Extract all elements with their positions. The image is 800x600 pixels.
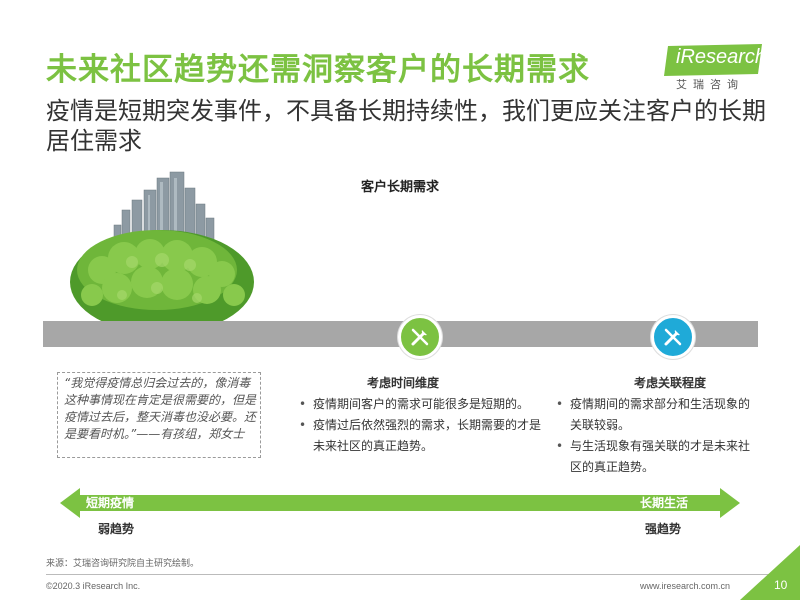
weak-trend-label: 弱趋势 — [98, 522, 135, 536]
list-item: 疫情期间客户的需求可能很多是短期的。 — [299, 394, 551, 415]
logo-wordmark: iResearch — [676, 46, 767, 68]
correlation-title: 考虑关联程度 — [633, 376, 706, 390]
list-item: 疫情期间的需求部分和生活现象的关联较弱。 — [556, 394, 761, 436]
short-term-label: 短期疫情 — [86, 496, 135, 510]
tools-icon — [664, 328, 682, 346]
copyright: ©2020.3 iResearch Inc. — [46, 581, 141, 591]
logo-chinese-name: 艾瑞咨询 — [676, 78, 744, 91]
source-note: 来源：艾瑞咨询研究院自主研究绘制。 — [46, 559, 200, 569]
trend-double-arrow — [60, 488, 740, 518]
correlation-list: 疫情期间的需求部分和生活现象的关联较弱。 与生活现象有强关联的才是未来社区的真正… — [556, 394, 761, 478]
tools-icon — [411, 328, 429, 346]
section-title: 客户长期需求 — [360, 180, 439, 195]
list-item: 与生活现象有强关联的才是未来社区的真正趋势。 — [556, 436, 761, 478]
time-dimension-title: 考虑时间维度 — [366, 376, 439, 390]
page-subtitle: 疫情是短期突发事件，不具备长期持续性，我们更应关注客户的长期居住需求 — [46, 97, 766, 155]
customer-quote: “我觉得疫情总归会过去的，像消毒这种事情现在肯定是很需要的，但是疫情过去后，整天… — [64, 376, 257, 441]
strong-trend-label: 强趋势 — [645, 522, 682, 536]
footer-divider — [46, 574, 784, 575]
page-number-badge — [740, 545, 800, 600]
long-term-label: 长期生活 — [640, 496, 689, 510]
correlation-tools-icon — [651, 315, 695, 359]
green-hill-city-image — [70, 171, 254, 330]
page-number: 10 — [774, 578, 788, 592]
page-title: 未来社区趋势还需洞察客户的长期需求 — [46, 52, 590, 88]
time-dimension-tools-icon — [398, 315, 442, 359]
time-dimension-list: 疫情期间客户的需求可能很多是短期的。 疫情过后依然强烈的需求，长期需要的才是未来… — [299, 394, 551, 457]
website-link: www.iresearch.com.cn — [640, 581, 731, 591]
list-item: 疫情过后依然强烈的需求，长期需要的才是未来社区的真正趋势。 — [299, 415, 551, 457]
